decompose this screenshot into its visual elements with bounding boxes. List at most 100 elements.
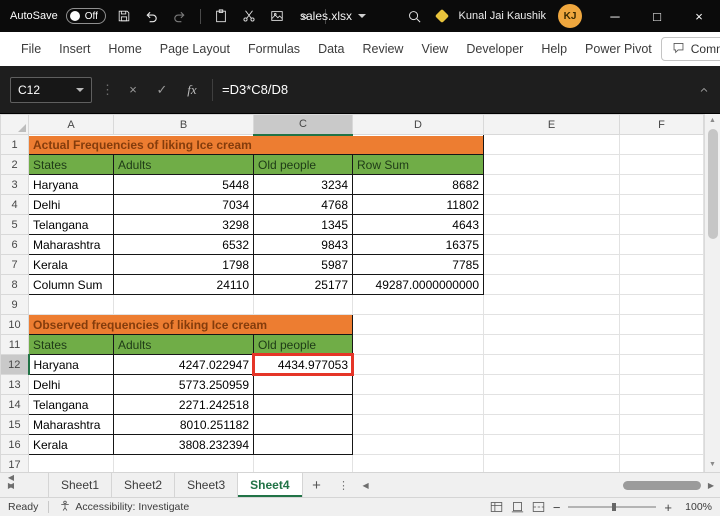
redo-icon[interactable]	[170, 6, 190, 26]
cell-F2[interactable]	[620, 155, 704, 175]
cell-D7[interactable]: 7785	[353, 255, 484, 275]
row-header-5[interactable]: 5	[1, 215, 29, 235]
name-box-dropdown-icon[interactable]	[76, 88, 84, 92]
row-header-3[interactable]: 3	[1, 175, 29, 195]
cell-B8[interactable]: 24110	[114, 275, 254, 295]
enter-icon[interactable]: ✓	[152, 82, 172, 98]
cell-A2[interactable]: States	[29, 155, 114, 175]
cell-A8[interactable]: Column Sum	[29, 275, 114, 295]
row-header-10[interactable]: 10	[1, 315, 29, 335]
cell-A11[interactable]: States	[29, 335, 114, 355]
cell-F3[interactable]	[620, 175, 704, 195]
cell-A14[interactable]: Telangana	[29, 395, 114, 415]
cell-A17[interactable]	[29, 455, 114, 473]
cell-A5[interactable]: Telangana	[29, 215, 114, 235]
cell-B15[interactable]: 8010.251182	[114, 415, 254, 435]
cell-F15[interactable]	[620, 415, 704, 435]
cell-C13[interactable]	[254, 375, 353, 395]
vertical-scrollbar[interactable]: ▲ ▼	[704, 114, 720, 472]
avatar[interactable]: KJ	[558, 4, 582, 28]
row-header-9[interactable]: 9	[1, 295, 29, 315]
menu-item-insert[interactable]: Insert	[50, 42, 99, 56]
close-button[interactable]: ×	[678, 0, 720, 32]
cell-C8[interactable]: 25177	[254, 275, 353, 295]
tab-splitter-icon[interactable]: ⋮	[331, 473, 357, 497]
cell-B6[interactable]: 6532	[114, 235, 254, 255]
cell-D17[interactable]	[353, 455, 484, 473]
menu-item-page-layout[interactable]: Page Layout	[151, 42, 239, 56]
save-icon[interactable]	[114, 6, 134, 26]
cell-E4[interactable]	[484, 195, 620, 215]
menu-item-view[interactable]: View	[412, 42, 457, 56]
comments-button[interactable]: Comments	[661, 37, 720, 61]
select-all-button[interactable]	[1, 115, 29, 135]
cell-B4[interactable]: 7034	[114, 195, 254, 215]
cell-A15[interactable]: Maharashtra	[29, 415, 114, 435]
cell-A9[interactable]	[29, 295, 114, 315]
horizontal-scrollbar[interactable]: ◀ ▶	[357, 473, 720, 497]
zoom-slider[interactable]	[568, 501, 656, 513]
cell-A3[interactable]: Haryana	[29, 175, 114, 195]
cell-B11[interactable]: Adults	[114, 335, 254, 355]
sheet-tab-sheet3[interactable]: Sheet3	[175, 473, 238, 497]
cell-E8[interactable]	[484, 275, 620, 295]
cell-D12[interactable]	[353, 355, 484, 375]
zoom-level-label[interactable]: 100%	[680, 501, 712, 513]
cell-E13[interactable]	[484, 375, 620, 395]
column-header-C[interactable]: C	[254, 115, 353, 135]
cell-F5[interactable]	[620, 215, 704, 235]
row-header-12[interactable]: 12	[1, 355, 29, 375]
column-header-A[interactable]: A	[29, 115, 114, 135]
cell-E11[interactable]	[484, 335, 620, 355]
cell-E5[interactable]	[484, 215, 620, 235]
zoom-slider-thumb[interactable]	[612, 503, 616, 511]
cell-B5[interactable]: 3298	[114, 215, 254, 235]
name-box[interactable]: C12	[10, 77, 92, 103]
scroll-right-icon[interactable]: ▶	[708, 481, 714, 490]
cell-C16[interactable]	[254, 435, 353, 455]
row-header-6[interactable]: 6	[1, 235, 29, 255]
cell-F12[interactable]	[620, 355, 704, 375]
menu-item-home[interactable]: Home	[99, 42, 150, 56]
cell-F7[interactable]	[620, 255, 704, 275]
cancel-icon[interactable]: ×	[123, 82, 143, 97]
cell-E10[interactable]	[484, 315, 620, 335]
sheet-nav-left-icon[interactable]: ◀	[0, 473, 22, 482]
row-header-15[interactable]: 15	[1, 415, 29, 435]
column-header-B[interactable]: B	[114, 115, 254, 135]
cell-C7[interactable]: 5987	[254, 255, 353, 275]
cell-F14[interactable]	[620, 395, 704, 415]
cell-E14[interactable]	[484, 395, 620, 415]
cell-E1[interactable]	[484, 135, 620, 155]
menu-item-power-pivot[interactable]: Power Pivot	[576, 42, 661, 56]
column-header-D[interactable]: D	[353, 115, 484, 135]
cell-A12[interactable]: Haryana	[29, 355, 114, 375]
cell-C6[interactable]: 9843	[254, 235, 353, 255]
cell-D9[interactable]	[353, 295, 484, 315]
cell-E16[interactable]	[484, 435, 620, 455]
cell-C11[interactable]: Old people	[254, 335, 353, 355]
maximize-button[interactable]: □	[636, 0, 678, 32]
row-header-11[interactable]: 11	[1, 335, 29, 355]
cell-A13[interactable]: Delhi	[29, 375, 114, 395]
column-header-F[interactable]: F	[620, 115, 704, 135]
row-header-2[interactable]: 2	[1, 155, 29, 175]
row-header-1[interactable]: 1	[1, 135, 29, 155]
expand-formula-bar-icon[interactable]	[698, 84, 710, 96]
cell-E15[interactable]	[484, 415, 620, 435]
menu-item-file[interactable]: File	[12, 42, 50, 56]
menu-item-review[interactable]: Review	[353, 42, 412, 56]
sheet-tab-sheet1[interactable]: Sheet1	[48, 473, 112, 497]
cell-D5[interactable]: 4643	[353, 215, 484, 235]
zoom-out-button[interactable]: −	[553, 501, 561, 514]
document-title[interactable]: sales.xlsx	[300, 0, 366, 32]
cell-C9[interactable]	[254, 295, 353, 315]
cell-C14[interactable]	[254, 395, 353, 415]
cell-B16[interactable]: 3808.232394	[114, 435, 254, 455]
column-header-E[interactable]: E	[484, 115, 620, 135]
cell-B9[interactable]	[114, 295, 254, 315]
cell-D11[interactable]	[353, 335, 484, 355]
page-break-view-icon[interactable]	[532, 501, 545, 513]
cell-E12[interactable]	[484, 355, 620, 375]
formula-input[interactable]: =D3*C8/D8	[222, 82, 689, 97]
